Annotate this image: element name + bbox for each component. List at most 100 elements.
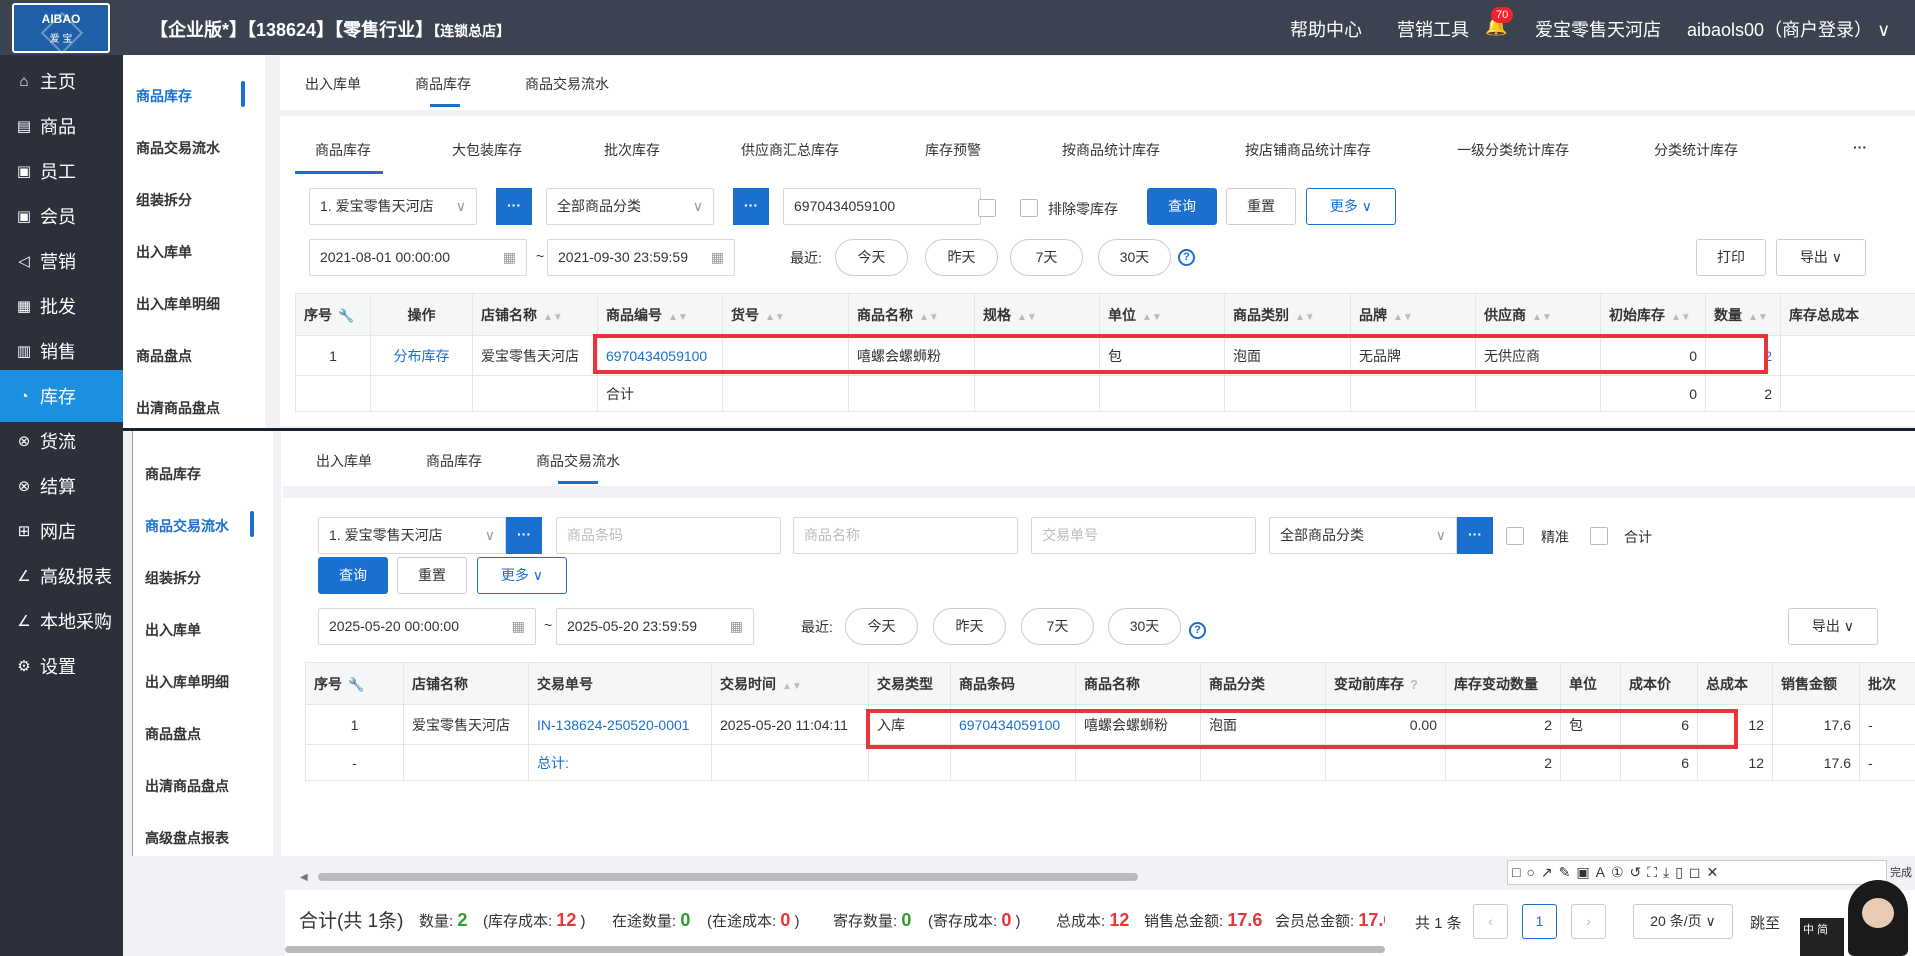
column-header[interactable]: 数量 ▲▼ <box>1705 293 1781 336</box>
column-header[interactable]: 店铺名称 ▲▼ <box>472 293 598 336</box>
help-icon[interactable]: ? <box>1410 677 1418 692</box>
scroll-left-arrow-icon[interactable]: ◀ <box>300 872 308 883</box>
wrench-icon[interactable]: 🔧 <box>348 677 364 692</box>
sort-icon[interactable]: ▲▼ <box>1393 312 1413 323</box>
category-select[interactable]: 全部商品分类 ∨ <box>546 188 714 225</box>
submenu-item[interactable]: 出入库单 <box>145 620 201 640</box>
barcode-checkbox[interactable] <box>978 199 996 217</box>
current-page-button[interactable]: 1 <box>1522 904 1557 939</box>
category-select[interactable]: 全部商品分类 ∨ <box>1269 517 1457 554</box>
category-picker-button[interactable]: ··· <box>733 188 769 225</box>
today-button[interactable]: 今天 <box>845 608 918 645</box>
reset-button[interactable]: 重置 <box>1226 188 1296 225</box>
export-button[interactable]: 导出 ∨ <box>1788 608 1878 645</box>
next-page-button[interactable]: › <box>1571 904 1606 939</box>
sum-checkbox[interactable] <box>1590 527 1608 545</box>
current-store[interactable]: 爱宝零售天河店 <box>1535 16 1661 42</box>
today-button[interactable]: 今天 <box>835 239 908 276</box>
help-center-link[interactable]: 帮助中心 <box>1290 16 1362 42</box>
sort-icon[interactable]: ▲▼ <box>1532 312 1552 323</box>
yesterday-button[interactable]: 昨天 <box>933 608 1006 645</box>
submenu-item[interactable]: 出入库单明细 <box>136 294 220 314</box>
sort-icon[interactable]: ▲▼ <box>1017 312 1037 323</box>
snip-tool-icons[interactable]: □○↗✎▣A①↺⛶⤓▯◻✕ <box>1512 864 1724 880</box>
sort-icon[interactable]: ▲▼ <box>543 312 563 323</box>
tab-transaction-flow[interactable]: 商品交易流水 <box>536 451 620 471</box>
30-days-button[interactable]: 30天 <box>1108 608 1181 645</box>
submenu-item[interactable]: 出入库单明细 <box>145 672 229 692</box>
product-name-input[interactable]: 商品名称 <box>793 517 1018 554</box>
barcode-input[interactable]: 商品条码 <box>556 517 781 554</box>
order-no-link[interactable]: IN-138624-250520-0001 <box>528 704 712 745</box>
ime-indicator[interactable]: 中 简 <box>1800 918 1844 956</box>
subtab-7[interactable]: 一级分类统计库存 <box>1457 140 1569 160</box>
category-picker-button[interactable]: ··· <box>1457 517 1493 554</box>
help-icon[interactable]: ? <box>1189 622 1206 639</box>
column-header[interactable]: 货号 ▲▼ <box>722 293 849 336</box>
column-header[interactable]: 商品类别 ▲▼ <box>1224 293 1351 336</box>
store-select[interactable]: 1. 爱宝零售天河店 ∨ <box>309 188 477 225</box>
tab-product-stock[interactable]: 商品库存 <box>426 451 482 471</box>
subtab-5[interactable]: 按商品统计库存 <box>1062 140 1160 160</box>
order-no-input[interactable]: 交易单号 <box>1031 517 1256 554</box>
page-size-select[interactable]: 20 条/页 ∨ <box>1633 904 1733 939</box>
sort-icon[interactable]: ▲▼ <box>919 312 939 323</box>
exclude-zero-checkbox[interactable] <box>1020 199 1038 217</box>
column-header[interactable]: 单位 ▲▼ <box>1099 293 1225 336</box>
sort-icon[interactable]: ▲▼ <box>782 681 802 692</box>
tab-stock-io[interactable]: 出入库单 <box>305 74 361 94</box>
date-to-input[interactable]: 2021-09-30 23:59:59 ▦ <box>547 239 735 276</box>
column-header[interactable]: 规格 ▲▼ <box>974 293 1100 336</box>
submenu-item[interactable]: 高级盘点报表 <box>145 828 229 848</box>
30-days-button[interactable]: 30天 <box>1098 239 1171 276</box>
submenu-item[interactable]: 出入库单 <box>136 242 192 262</box>
subtab-3[interactable]: 供应商汇总库存 <box>741 140 839 160</box>
tab-product-stock[interactable]: 商品库存 <box>415 74 471 94</box>
submenu-item[interactable]: 组装拆分 <box>136 190 192 210</box>
submenu-item[interactable]: 出清商品盘点 <box>136 398 220 418</box>
query-button[interactable]: 查询 <box>318 557 388 594</box>
snip-done-button[interactable]: 完成 <box>1890 864 1912 880</box>
query-button[interactable]: 查询 <box>1147 188 1217 225</box>
submenu-item[interactable]: 商品库存 <box>145 464 201 484</box>
sort-icon[interactable]: ▲▼ <box>1295 312 1315 323</box>
aibao-logo[interactable]: AIBAO 爱 宝 <box>12 3 110 55</box>
distribute-stock-link[interactable]: 分布库存 <box>370 335 473 376</box>
submenu-item[interactable]: 商品盘点 <box>136 346 192 366</box>
sort-icon[interactable]: ▲▼ <box>1671 312 1691 323</box>
subtab-1[interactable]: 大包装库存 <box>452 140 522 160</box>
more-filters-button[interactable]: 更多 ∨ <box>477 557 567 594</box>
date-from-input[interactable]: 2021-08-01 00:00:00 ▦ <box>309 239 527 276</box>
column-header[interactable]: 供应商 ▲▼ <box>1475 293 1601 336</box>
reset-button[interactable]: 重置 <box>397 557 467 594</box>
column-header[interactable]: 初始库存 ▲▼ <box>1600 293 1706 336</box>
subtab-2[interactable]: 批次库存 <box>604 140 660 160</box>
store-picker-button[interactable]: ··· <box>506 517 542 554</box>
date-from-input[interactable]: 2025-05-20 00:00:00 ▦ <box>318 608 536 645</box>
submenu-item[interactable]: 出清商品盘点 <box>145 776 229 796</box>
footer-scrollbar[interactable] <box>285 946 1385 953</box>
submenu-item[interactable]: 商品库存 <box>136 86 192 106</box>
date-to-input[interactable]: 2025-05-20 23:59:59 ▦ <box>556 608 754 645</box>
prev-page-button[interactable]: ‹ <box>1473 904 1508 939</box>
column-header[interactable]: 商品编号 ▲▼ <box>597 293 723 336</box>
sort-icon[interactable]: ▲▼ <box>1748 312 1768 323</box>
7-days-button[interactable]: 7天 <box>1021 608 1094 645</box>
subtab-4[interactable]: 库存预警 <box>925 140 981 160</box>
more-filters-button[interactable]: 更多 ∨ <box>1306 188 1396 225</box>
marketing-tools-link[interactable]: 营销工具 <box>1397 16 1469 42</box>
user-menu[interactable]: aibaols00（商户登录） ∨ <box>1687 16 1890 42</box>
submenu-item[interactable]: 组装拆分 <box>145 568 201 588</box>
subtab-8[interactable]: 分类统计库存 <box>1654 140 1738 160</box>
submenu-item[interactable]: 商品交易流水 <box>145 516 229 536</box>
export-button[interactable]: 导出 ∨ <box>1776 239 1866 276</box>
submenu-item[interactable]: 商品交易流水 <box>136 138 220 158</box>
print-button[interactable]: 打印 <box>1696 239 1766 276</box>
store-picker-button[interactable]: ··· <box>496 188 532 225</box>
subtab-0[interactable]: 商品库存 <box>315 140 371 160</box>
sort-icon[interactable]: ▲▼ <box>668 312 688 323</box>
sort-icon[interactable]: ▲▼ <box>765 312 785 323</box>
7-days-button[interactable]: 7天 <box>1010 239 1083 276</box>
more-tabs-button[interactable]: ··· <box>1853 139 1867 155</box>
submenu-item[interactable]: 商品盘点 <box>145 724 201 744</box>
